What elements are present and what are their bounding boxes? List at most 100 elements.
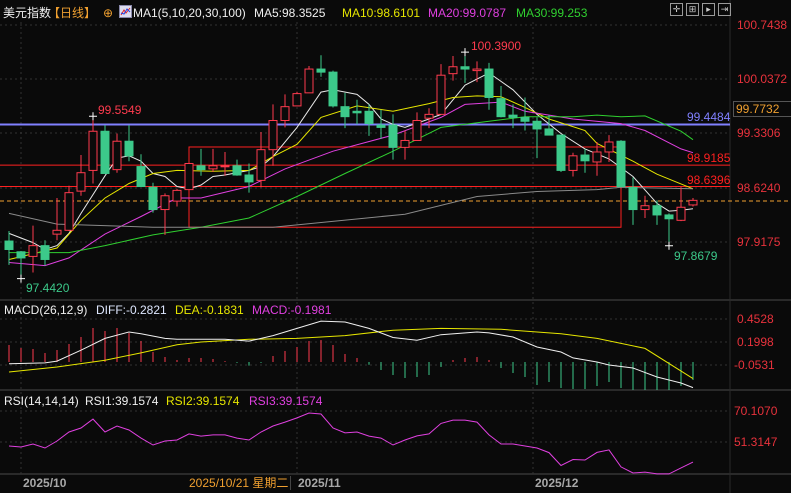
date-axis-label: 2025/10 xyxy=(23,476,67,490)
ma20-line xyxy=(8,101,694,267)
blue-line-label: 99.4484 xyxy=(687,110,731,124)
crosshair-icon[interactable]: ✛ xyxy=(670,3,683,16)
candle-down xyxy=(352,110,362,114)
candle-down xyxy=(544,128,554,136)
candle-down xyxy=(628,186,638,211)
candle-down xyxy=(520,116,530,122)
candle-down xyxy=(652,205,662,216)
macd-axis-label: 0.4528 xyxy=(737,312,774,326)
candle-up xyxy=(448,66,458,75)
candle-up xyxy=(568,155,578,171)
candle-up xyxy=(640,205,650,211)
date-axis-label: 2025/12 xyxy=(535,476,579,490)
candle-down xyxy=(616,140,626,188)
macd-diff-line xyxy=(8,320,694,389)
candle-down xyxy=(16,251,26,259)
red-line-label: 98.9185 xyxy=(687,151,731,165)
date-axis-label: 2025/11 xyxy=(298,476,341,490)
candle-down xyxy=(124,140,134,157)
ma5-value: MA5:98.3525 xyxy=(254,6,326,20)
play-icon[interactable]: ▸ xyxy=(702,3,715,16)
candle-down xyxy=(496,98,506,118)
ma10-value: MA10:98.6101 xyxy=(342,6,421,20)
candle-down xyxy=(556,134,566,171)
candle-up xyxy=(172,189,182,202)
low-price-label: 97.4420 xyxy=(26,281,70,295)
candle-down xyxy=(4,240,14,250)
rsi-params: RSI(14,14,14) xyxy=(4,394,79,408)
candle-down xyxy=(484,68,494,98)
rsi2-value: RSI2:39.1574 xyxy=(166,394,240,408)
extreme-marker-icon xyxy=(461,48,469,57)
ma5-line xyxy=(8,72,694,251)
macd-params: MACD(26,12,9) xyxy=(4,303,88,317)
crosshair-toggle-icon[interactable]: ⊕ xyxy=(103,6,113,20)
candle-up xyxy=(64,192,74,231)
candle-up xyxy=(280,106,290,121)
candle-up xyxy=(112,140,122,171)
macd-value: MACD:-0.1981 xyxy=(252,303,332,317)
candle-down xyxy=(232,165,242,176)
move-right-icon[interactable]: ⇥ xyxy=(718,3,731,16)
candle-up xyxy=(688,199,698,206)
candle-up xyxy=(436,74,446,115)
candle-down xyxy=(508,114,518,118)
price-axis-label: 97.9175 xyxy=(737,235,781,249)
ma100-line xyxy=(8,186,694,228)
macd-dea-line xyxy=(8,327,694,380)
recent-low-label: 97.8679 xyxy=(674,249,718,263)
candle-up xyxy=(604,141,614,153)
candle-down xyxy=(148,186,158,211)
candle-up xyxy=(592,151,602,163)
candle-down xyxy=(316,68,326,73)
candle-up xyxy=(676,206,686,221)
macd-axis-label: 0.1998 xyxy=(737,335,774,349)
candle-down xyxy=(244,174,254,183)
rsi-line xyxy=(8,412,694,475)
price-axis-label: 100.7438 xyxy=(737,18,788,32)
ma-params: MA1(5,10,20,30,100) xyxy=(133,6,246,20)
candle-down xyxy=(364,110,374,125)
candle-up xyxy=(52,229,62,235)
candle-down xyxy=(376,124,386,128)
ma20-value: MA20:99.0787 xyxy=(428,6,507,20)
rsi1-value: RSI1:39.1574 xyxy=(85,394,159,408)
candle-down xyxy=(532,120,542,130)
macd-diff-value: DIFF:-0.2821 xyxy=(96,303,167,317)
local-high-label: 99.5549 xyxy=(98,103,142,117)
crosshair-price-label: 99.7732 xyxy=(733,101,791,117)
rsi-axis-label: 51.3147 xyxy=(734,435,778,449)
extreme-marker-icon xyxy=(89,112,97,121)
candle-up xyxy=(304,68,314,94)
rsi-axis-label: 70.1070 xyxy=(734,404,778,418)
ma30-value: MA30:99.253 xyxy=(516,6,588,20)
crosshair-date-label: 2025/10/21 星期二 xyxy=(189,476,292,490)
candle-up xyxy=(88,130,98,171)
candle-up xyxy=(220,165,230,168)
candle-up xyxy=(400,139,410,148)
candle-up xyxy=(256,149,266,181)
candle-up xyxy=(292,93,302,107)
candle-down xyxy=(328,71,338,107)
kline-chart[interactable] xyxy=(0,0,791,493)
high-price-label: 100.3900 xyxy=(471,39,522,53)
candle-down xyxy=(340,106,350,118)
extreme-marker-icon xyxy=(665,241,673,250)
price-axis-label: 98.6240 xyxy=(737,181,781,195)
period-selector[interactable]: 【日线】 xyxy=(48,6,96,20)
extreme-marker-icon xyxy=(17,274,25,283)
candle-up xyxy=(208,165,218,170)
rsi3-value: RSI3:39.1574 xyxy=(249,394,323,408)
zoom-in-icon[interactable]: ⊞ xyxy=(686,3,699,16)
candle-down xyxy=(136,166,146,188)
candle-down xyxy=(388,124,398,148)
candle-down xyxy=(580,154,590,162)
candle-down xyxy=(100,130,110,174)
candle-down xyxy=(460,66,470,70)
candle-up xyxy=(268,119,278,151)
symbol-name: 美元指数 xyxy=(3,6,52,20)
candle-up xyxy=(424,113,434,119)
macd-axis-label: -0.0531 xyxy=(734,358,775,372)
candle-down xyxy=(40,245,50,260)
indicator-settings-icon[interactable] xyxy=(119,5,132,18)
